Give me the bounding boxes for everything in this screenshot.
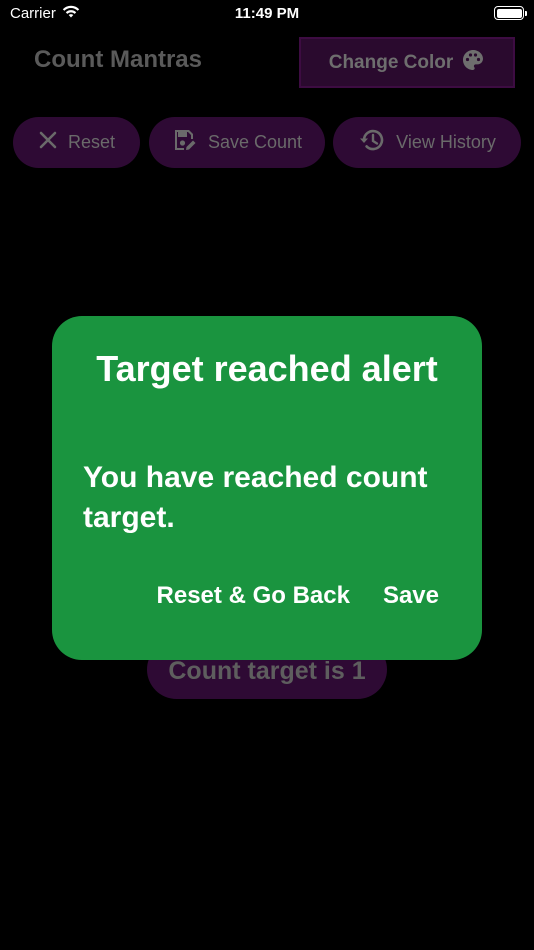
dialog-title: Target reached alert <box>96 348 438 389</box>
dialog-overlay: Target reached alert You have reached co… <box>0 0 534 950</box>
dialog-actions: Reset & Go Back Save <box>157 582 439 610</box>
target-reached-dialog: Target reached alert You have reached co… <box>52 316 482 660</box>
reset-go-back-button[interactable]: Reset & Go Back <box>157 582 350 610</box>
dialog-save-button[interactable]: Save <box>383 582 439 610</box>
dialog-message: You have reached count target. <box>83 461 428 534</box>
